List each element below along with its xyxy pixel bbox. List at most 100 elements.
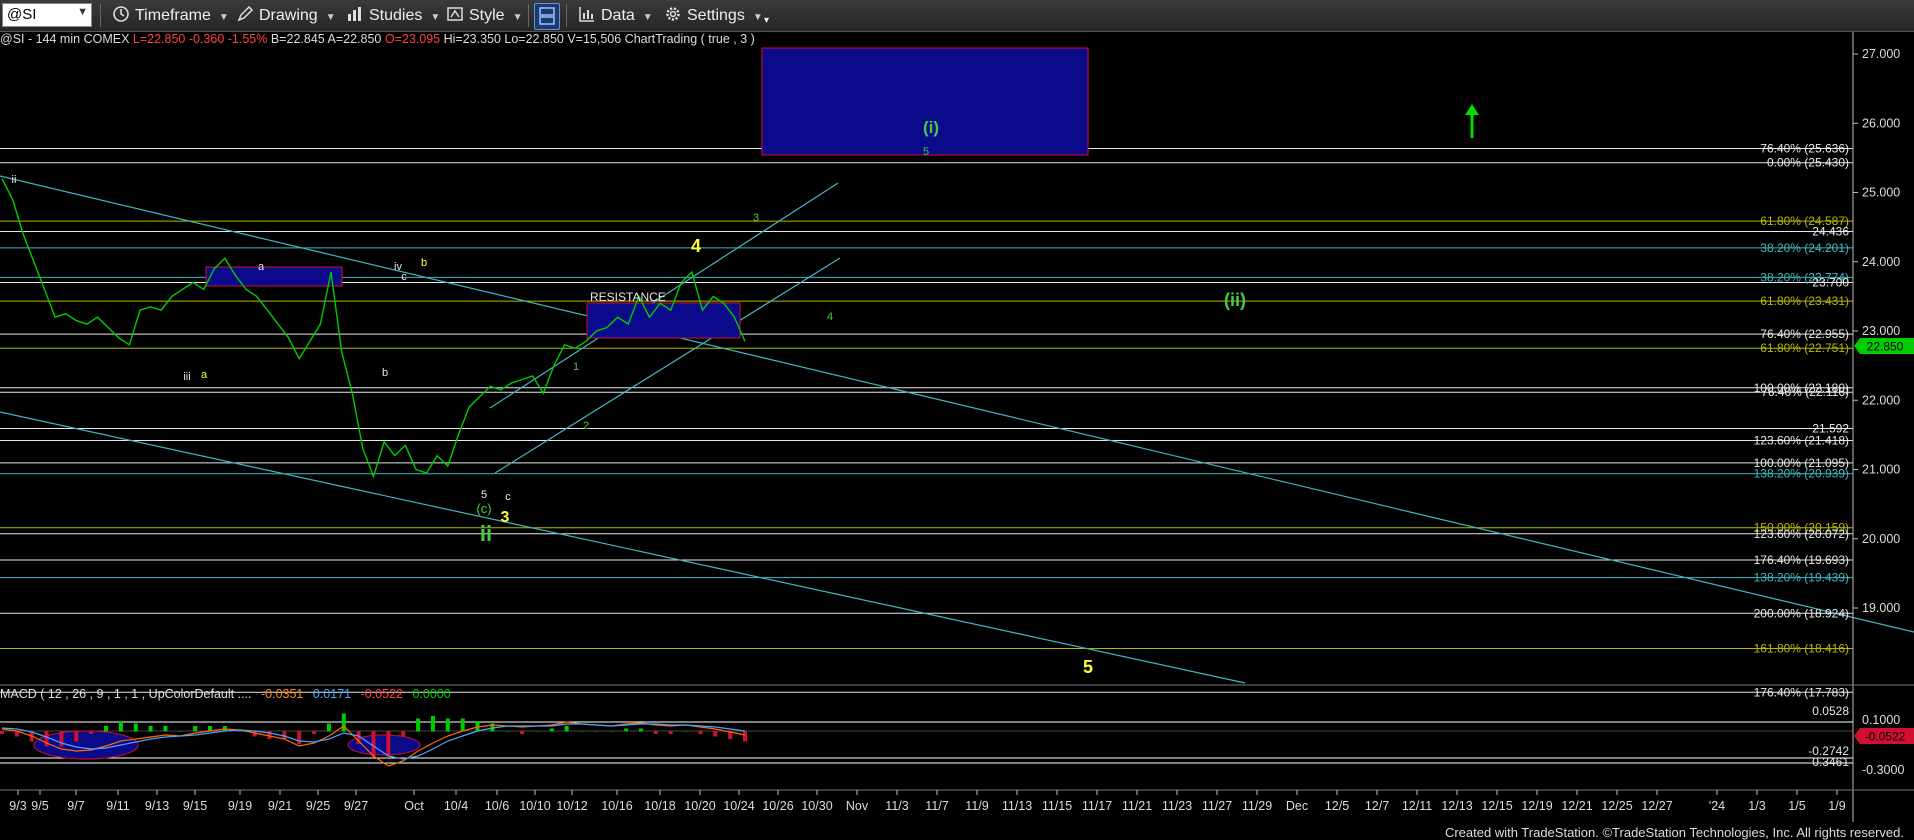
x-tick-label: 10/26 bbox=[762, 799, 793, 813]
y-tick-label: 27.000 bbox=[1862, 47, 1900, 61]
macd-histogram-bar bbox=[133, 723, 138, 732]
x-tick-label: 9/7 bbox=[67, 799, 84, 813]
fib-labels: 76.40% (25.636)0.00% (25.430)61.80% (24.… bbox=[1754, 141, 1850, 699]
wave-label: a bbox=[201, 369, 208, 381]
x-tick-label: 10/4 bbox=[444, 799, 468, 813]
fib-level-label: 61.80% (22.751) bbox=[1760, 341, 1849, 355]
x-tick-label: Nov bbox=[846, 799, 869, 813]
x-tick-label: 11/27 bbox=[1202, 799, 1232, 813]
x-tick-label: 11/21 bbox=[1122, 799, 1152, 813]
chevron-down-icon: ▼ bbox=[430, 12, 441, 23]
studies-button[interactable]: Studies ▼ bbox=[342, 3, 444, 28]
timeframe-button[interactable]: Timeframe ▼ bbox=[108, 3, 233, 28]
fib-level-label: 176.40% (19.693) bbox=[1754, 553, 1849, 567]
x-tick-label: 12/11 bbox=[1402, 799, 1432, 813]
macd-histogram-bar bbox=[668, 731, 673, 734]
x-tick-label: 10/10 bbox=[519, 799, 550, 813]
wave-a-box[interactable] bbox=[205, 266, 343, 287]
fib-level-label: 76.40% (22.955) bbox=[1760, 327, 1849, 341]
x-tick-label: 10/24 bbox=[723, 799, 754, 813]
x-tick-label: 9/3 bbox=[9, 799, 26, 813]
toolbar: @SI ▼ Timeframe ▼ Drawing ▼ Studies ▼ Style… bbox=[0, 0, 1914, 32]
fib-level-label: 123.60% (20.072) bbox=[1754, 527, 1849, 541]
y-tick-label: 21.000 bbox=[1862, 463, 1900, 477]
target-box[interactable] bbox=[761, 47, 1089, 156]
wave-label: 1 bbox=[573, 361, 579, 373]
x-tick-label: 11/15 bbox=[1042, 799, 1072, 813]
data-icon bbox=[579, 7, 594, 22]
settings-button[interactable]: Settings ▼ bbox=[660, 3, 767, 28]
y-tick-label: 24.000 bbox=[1862, 255, 1900, 269]
svg-text:-0.0522: -0.0522 bbox=[1865, 730, 1906, 744]
info-open: O=23.095 bbox=[384, 32, 444, 46]
macd-histogram-bar bbox=[549, 728, 554, 732]
wave-label: ii bbox=[480, 521, 492, 546]
wave-label: ii bbox=[12, 174, 17, 186]
y-tick-label: 19.000 bbox=[1862, 601, 1900, 615]
chevron-down-icon: ▼ bbox=[325, 12, 336, 23]
macd-histogram-bar bbox=[104, 726, 109, 732]
x-tick-label: 12/21 bbox=[1561, 799, 1592, 813]
up-arrow-icon bbox=[1465, 104, 1479, 138]
x-tick-label: 9/13 bbox=[145, 799, 169, 813]
x-tick-label: '24 bbox=[1709, 799, 1725, 813]
price-chart[interactable]: iiiiiaaivbcb5(c)ii3c12434(i)5(ii)5RESIST… bbox=[0, 32, 1914, 822]
macd-histogram-bar bbox=[594, 731, 599, 732]
info-last: L=22.850 bbox=[132, 32, 189, 46]
timeframe-label: Timeframe bbox=[135, 7, 211, 24]
macd-histogram-bar bbox=[89, 731, 94, 734]
x-tick-label: 11/13 bbox=[1002, 799, 1032, 813]
macd-value: -0.0351 bbox=[260, 687, 304, 701]
macd-histogram-bar bbox=[683, 731, 688, 732]
macd-histogram-bar bbox=[653, 731, 658, 734]
wave-label: b bbox=[382, 367, 388, 379]
x-tick-label: 1/5 bbox=[1788, 799, 1805, 813]
wave-label: iii bbox=[183, 371, 190, 383]
toolbar-divider bbox=[100, 4, 101, 27]
fib-level-label: 76.40% (22.116) bbox=[1761, 385, 1849, 399]
macd-histogram-bar bbox=[312, 731, 317, 734]
y-tick-label: 23.000 bbox=[1862, 324, 1900, 338]
x-tick-label: 11/23 bbox=[1162, 799, 1192, 813]
lower-trend-line[interactable] bbox=[0, 411, 1246, 684]
macd-histogram-bar bbox=[148, 726, 153, 732]
drawing-label: Drawing bbox=[259, 7, 318, 24]
macd-histogram-bar bbox=[505, 731, 510, 732]
wave-label: c bbox=[505, 491, 511, 503]
chevron-down-icon[interactable]: ▼ bbox=[77, 6, 88, 18]
x-tick-label: 12/19 bbox=[1521, 799, 1552, 813]
resistance-box[interactable] bbox=[586, 302, 741, 339]
style-button[interactable]: Style ▼ bbox=[442, 3, 526, 28]
toolbar-overflow-chevron-icon[interactable]: ▾ bbox=[760, 8, 773, 33]
info-volume: V=15,506 bbox=[567, 32, 625, 46]
wave-labels: iiiiiaaivbcb5(c)ii3c12434(i)5(ii)5RESIST… bbox=[12, 118, 1246, 677]
pencil-icon bbox=[237, 5, 254, 22]
x-tick-label: 9/5 bbox=[31, 799, 48, 813]
gear-icon bbox=[666, 7, 680, 21]
symbol-input[interactable]: @SI ▼ bbox=[2, 3, 92, 27]
info-exchange: COMEX bbox=[83, 32, 133, 46]
x-tick-label: 10/20 bbox=[684, 799, 715, 813]
layout-toggle-button[interactable] bbox=[534, 3, 560, 30]
macd-histogram-bar bbox=[74, 731, 79, 742]
macd-histogram-bar bbox=[326, 723, 331, 732]
x-tick-label: 9/15 bbox=[183, 799, 207, 813]
x-tick-label: 12/7 bbox=[1365, 799, 1389, 813]
macd-histogram-bar bbox=[282, 731, 287, 739]
macd-histogram-bar bbox=[178, 731, 183, 732]
style-label: Style bbox=[469, 7, 505, 24]
macd-histogram-bar bbox=[624, 728, 629, 732]
style-icon bbox=[447, 7, 463, 21]
x-tick-label: 9/21 bbox=[268, 799, 292, 813]
downtrend-line[interactable] bbox=[0, 175, 1914, 633]
macd-level-label: 0.0528 bbox=[1812, 704, 1849, 718]
chevron-down-icon: ▼ bbox=[218, 12, 229, 23]
fib-level-label: 138.20% (20.939) bbox=[1754, 467, 1849, 481]
macd-histogram-bar bbox=[401, 731, 406, 737]
info-change-pct: -1.55% bbox=[227, 32, 271, 46]
fib-level-label: 0.00% (25.430) bbox=[1767, 156, 1849, 170]
drawing-button[interactable]: Drawing ▼ bbox=[232, 3, 340, 28]
wave-label: 5 bbox=[481, 489, 487, 501]
data-button[interactable]: Data ▼ bbox=[574, 3, 657, 28]
wave-label: 4 bbox=[827, 311, 833, 323]
